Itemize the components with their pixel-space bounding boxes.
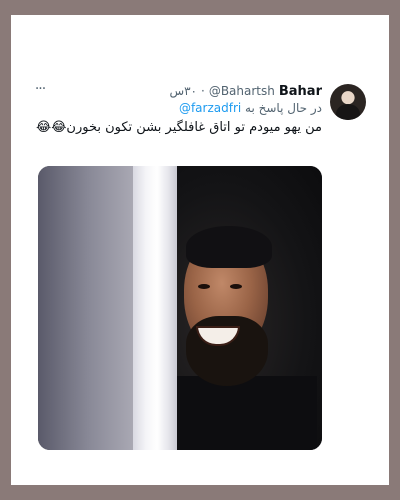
tweet-header: ۳۰س · @Bahartsh Bahar — [169, 84, 322, 102]
tweet-text: من یهو میودم تو اتاق غافلگیر بشن تکون بخ… — [36, 120, 322, 135]
media-hair — [186, 226, 272, 268]
tweet-media-image[interactable] — [38, 166, 322, 450]
header-separator: · — [201, 84, 205, 98]
tweet-time[interactable]: ۳۰س — [169, 84, 197, 98]
user-avatar[interactable] — [330, 84, 366, 120]
reply-context: در حال پاسخ به @farzadfri — [179, 101, 322, 115]
more-options-icon[interactable]: ··· — [32, 82, 48, 100]
reply-handle-link[interactable]: @farzadfri — [179, 101, 241, 115]
user-handle[interactable]: @Bahartsh — [209, 84, 275, 98]
media-wall — [38, 166, 133, 450]
reply-prefix: در حال پاسخ به — [245, 101, 322, 115]
media-right-eye — [230, 284, 242, 289]
display-name[interactable]: Bahar — [279, 84, 322, 99]
media-door-frame — [133, 166, 177, 450]
media-left-eye — [198, 284, 210, 289]
media-body-shadow — [177, 376, 317, 450]
